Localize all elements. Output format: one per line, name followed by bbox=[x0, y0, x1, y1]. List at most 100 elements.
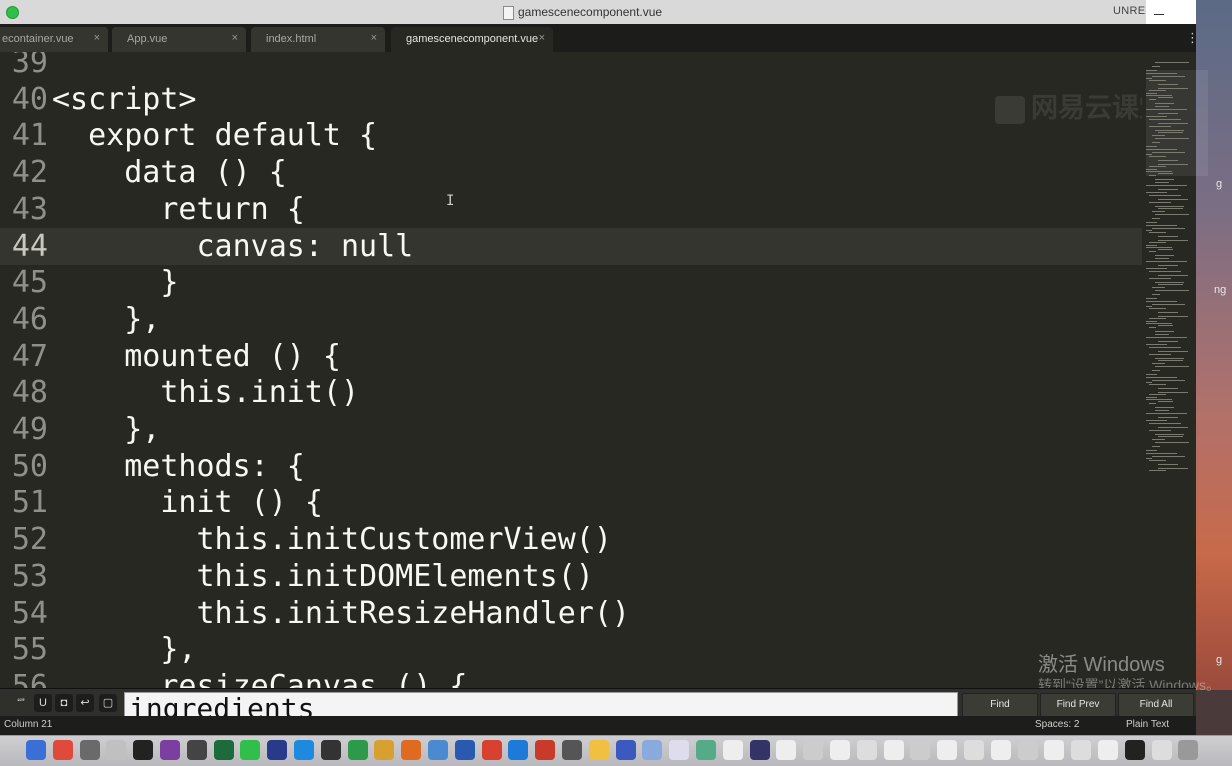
code-line[interactable]: 51 init () { bbox=[0, 484, 1142, 521]
find-prev-button[interactable]: Find Prev bbox=[1040, 693, 1116, 717]
code-line[interactable]: 53 this.initDOMElements() bbox=[0, 558, 1142, 595]
minimap-line bbox=[1155, 206, 1184, 207]
code-line[interactable]: 52 this.initCustomerView() bbox=[0, 521, 1142, 558]
code-line[interactable]: 47 mounted () { bbox=[0, 338, 1142, 375]
code-line[interactable]: 48 this.init() bbox=[0, 374, 1142, 411]
dock-app-icon[interactable] bbox=[776, 740, 797, 760]
minimap[interactable] bbox=[1142, 52, 1208, 688]
find-button[interactable]: Find bbox=[962, 693, 1038, 717]
dock-app-icon[interactable] bbox=[294, 740, 314, 760]
dock-app-icon[interactable] bbox=[1124, 740, 1145, 760]
window-control-dot[interactable] bbox=[6, 6, 19, 19]
tab-gamescenecomponent[interactable]: gamescenecomponent.vue × bbox=[391, 27, 553, 52]
close-icon[interactable]: × bbox=[94, 32, 100, 44]
tab-app-vue[interactable]: App.vue × bbox=[112, 27, 246, 52]
toggle-case-icon[interactable]: U bbox=[34, 694, 52, 712]
window-titlebar[interactable]: gamescenecomponent.vue UNREGIST bbox=[0, 0, 1196, 25]
code-line[interactable]: 45 } bbox=[0, 264, 1142, 301]
code-line[interactable]: 42 data () { bbox=[0, 154, 1142, 191]
minimap-line bbox=[1146, 171, 1172, 172]
dock-app-icon[interactable] bbox=[856, 740, 877, 760]
find-query: ingredients bbox=[129, 692, 315, 718]
dock-app-icon[interactable] bbox=[133, 740, 154, 760]
dock-app-icon[interactable] bbox=[52, 740, 73, 760]
toggle-wrap-icon[interactable]: ◘ bbox=[55, 694, 73, 712]
dock-app-icon[interactable] bbox=[267, 740, 288, 760]
dock-app-icon[interactable] bbox=[615, 740, 636, 760]
dock-app-icon[interactable] bbox=[910, 740, 931, 760]
dock-app-icon[interactable] bbox=[722, 740, 743, 760]
code-line[interactable]: 55 }, bbox=[0, 631, 1142, 668]
find-all-button[interactable]: Find All bbox=[1118, 693, 1194, 717]
minimap-line bbox=[1146, 458, 1152, 459]
close-icon[interactable]: × bbox=[371, 32, 377, 44]
minimap-line bbox=[1149, 423, 1181, 424]
code-line[interactable]: 43 return { bbox=[0, 191, 1142, 228]
dock-app-icon[interactable] bbox=[508, 740, 529, 760]
dock-app-icon[interactable] bbox=[1178, 740, 1199, 760]
dock-app-icon[interactable] bbox=[1071, 740, 1092, 760]
dock-app-icon[interactable] bbox=[26, 740, 46, 760]
dock-app-icon[interactable] bbox=[669, 740, 690, 760]
dock-app-icon[interactable] bbox=[160, 740, 180, 760]
dock-app-icon[interactable] bbox=[186, 740, 207, 760]
dock-app-icon[interactable] bbox=[481, 740, 502, 760]
minimap-line bbox=[1158, 341, 1178, 342]
code-line[interactable]: 54 this.initResizeHandler() bbox=[0, 595, 1142, 632]
dock-app-icon[interactable] bbox=[964, 740, 984, 760]
toggle-word-icon[interactable]: ↩ bbox=[76, 694, 94, 712]
syntax-mode[interactable]: Plain Text bbox=[1126, 719, 1169, 730]
toggle-highlight-icon[interactable]: ▢ bbox=[99, 694, 117, 712]
dock-app-icon[interactable] bbox=[642, 740, 663, 760]
line-number: 50 bbox=[11, 448, 48, 484]
code-line[interactable]: 41 export default { bbox=[0, 117, 1142, 154]
tab-index-html[interactable]: index.html × bbox=[251, 27, 385, 52]
dock-app-icon[interactable] bbox=[213, 740, 234, 760]
dock-app-icon[interactable] bbox=[454, 740, 475, 760]
dock-app-icon[interactable] bbox=[1098, 740, 1118, 760]
line-number: 46 bbox=[11, 301, 48, 337]
code-text: export default { bbox=[52, 118, 378, 154]
dock-app-icon[interactable] bbox=[320, 740, 341, 760]
dock-app-icon[interactable] bbox=[240, 740, 261, 760]
code-line[interactable]: 44 canvas: null bbox=[0, 227, 1142, 265]
dock-app-icon[interactable] bbox=[374, 740, 395, 760]
dock-app-icon[interactable] bbox=[562, 740, 582, 760]
code-editor[interactable]: 网易云课堂 3940<script>41 export default {42 … bbox=[0, 52, 1142, 688]
dock-app-icon[interactable] bbox=[749, 740, 770, 760]
dock-app-icon[interactable] bbox=[803, 740, 824, 760]
minimap-line bbox=[1158, 275, 1188, 276]
dock-app-icon[interactable] bbox=[79, 740, 100, 760]
minimap-line bbox=[1158, 436, 1183, 437]
dock-app-icon[interactable] bbox=[428, 740, 448, 760]
close-icon[interactable]: × bbox=[232, 32, 238, 44]
dock-app-icon[interactable] bbox=[347, 740, 368, 760]
code-line[interactable]: 50 methods: { bbox=[0, 448, 1142, 485]
tab-econtainer[interactable]: econtainer.vue × bbox=[0, 27, 108, 52]
minimize-button[interactable] bbox=[1146, 0, 1196, 24]
find-input[interactable]: ingredients bbox=[124, 692, 958, 718]
code-line[interactable]: 49 }, bbox=[0, 411, 1142, 448]
dock-app-icon[interactable] bbox=[1044, 740, 1065, 760]
close-icon[interactable]: × bbox=[539, 32, 545, 44]
dock-app-icon[interactable] bbox=[990, 740, 1011, 760]
indentation-setting[interactable]: Spaces: 2 bbox=[1035, 719, 1079, 730]
dock-app-icon[interactable] bbox=[830, 740, 850, 760]
dock-app-icon[interactable] bbox=[1017, 740, 1038, 760]
code-line[interactable]: 56 resizeCanvas () { bbox=[0, 668, 1142, 688]
text-cursor-icon: I bbox=[446, 193, 455, 209]
dock-app-icon[interactable] bbox=[696, 740, 716, 760]
dock-app-icon[interactable] bbox=[535, 740, 556, 760]
dock-app-icon[interactable] bbox=[106, 740, 127, 760]
toggle-quote-icon[interactable]: “” bbox=[12, 694, 30, 712]
code-line[interactable]: 39 bbox=[0, 52, 1142, 81]
dock-app-icon[interactable] bbox=[883, 740, 904, 760]
code-line[interactable]: 40 <script> bbox=[0, 81, 1142, 118]
line-number: 55 bbox=[11, 632, 48, 668]
dock-app-icon[interactable] bbox=[1151, 740, 1172, 760]
dock-app-icon[interactable] bbox=[588, 740, 609, 760]
more-options-icon[interactable]: ⋮ bbox=[1186, 30, 1199, 46]
dock-app-icon[interactable] bbox=[401, 740, 422, 760]
dock-app-icon[interactable] bbox=[937, 740, 958, 760]
code-line[interactable]: 46 }, bbox=[0, 301, 1142, 338]
